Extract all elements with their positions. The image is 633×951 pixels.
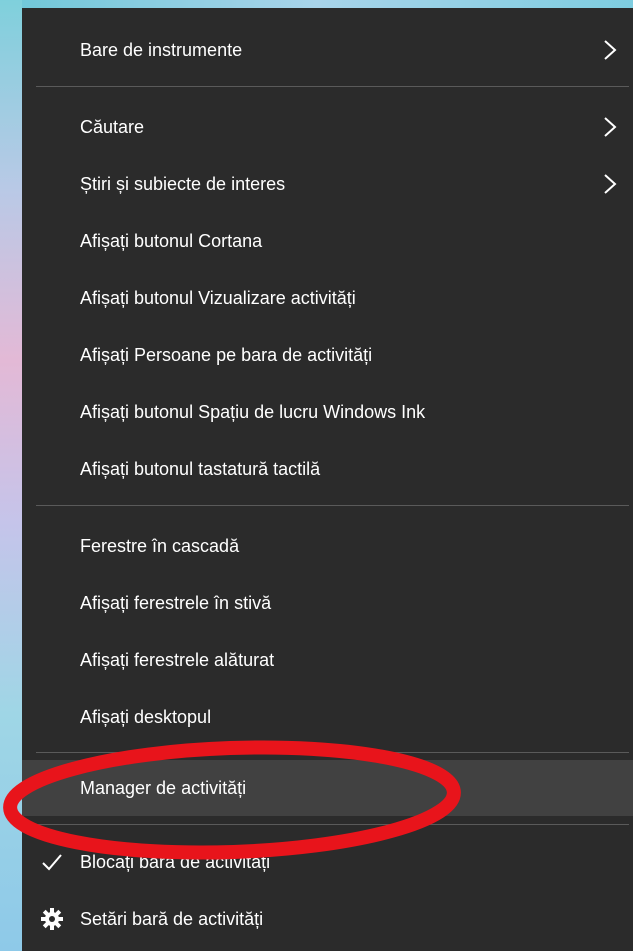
gear-icon bbox=[41, 908, 63, 930]
menu-item-label: Afișați ferestrele alăturat bbox=[80, 649, 275, 670]
menu-item-toolbars[interactable]: Bare de instrumente bbox=[22, 22, 633, 78]
chevron-right-icon bbox=[604, 117, 617, 137]
menu-item-label: Afișați butonul Spațiu de lucru Windows … bbox=[80, 401, 426, 422]
menu-item-label: Blocați bara de activități bbox=[80, 851, 271, 872]
menu-separator bbox=[36, 824, 629, 825]
menu-item-side-by-side[interactable]: Afișați ferestrele alăturat bbox=[22, 632, 633, 688]
menu-item-label: Afișați butonul Vizualizare activități bbox=[80, 287, 356, 308]
menu-item-label: Afișați desktopul bbox=[80, 706, 212, 727]
menu-item-lock-taskbar[interactable]: Blocați bara de activități bbox=[22, 834, 633, 890]
menu-item-label: Ferestre în cascadă bbox=[80, 535, 240, 556]
menu-item-search[interactable]: Căutare bbox=[22, 99, 633, 155]
menu-item-label: Știri și subiecte de interes bbox=[80, 173, 286, 194]
menu-item-show-people[interactable]: Afișați Persoane pe bara de activități bbox=[22, 327, 633, 383]
menu-item-label: Bare de instrumente bbox=[80, 39, 243, 60]
menu-item-show-desktop[interactable]: Afișați desktopul bbox=[22, 689, 633, 745]
menu-item-label: Afișați butonul tastatură tactilă bbox=[80, 458, 321, 479]
menu-item-label: Setări bară de activități bbox=[80, 908, 264, 929]
menu-item-show-cortana[interactable]: Afișați butonul Cortana bbox=[22, 213, 633, 269]
menu-item-label: Afișați Persoane pe bara de activități bbox=[80, 344, 373, 365]
menu-item-label: Manager de activități bbox=[80, 777, 247, 798]
menu-separator bbox=[36, 752, 629, 753]
menu-item-label: Afișați butonul Cortana bbox=[80, 230, 263, 251]
menu-item-news-interests[interactable]: Știri și subiecte de interes bbox=[22, 156, 633, 212]
desktop-background-left bbox=[0, 0, 22, 951]
chevron-right-icon bbox=[604, 174, 617, 194]
menu-item-taskbar-settings[interactable]: Setări bară de activități bbox=[22, 891, 633, 947]
checkmark-icon bbox=[42, 854, 62, 871]
chevron-right-icon bbox=[604, 40, 617, 60]
menu-item-show-task-view[interactable]: Afișați butonul Vizualizare activități bbox=[22, 270, 633, 326]
menu-item-show-touch-keyboard[interactable]: Afișați butonul tastatură tactilă bbox=[22, 441, 633, 497]
taskbar-context-menu: Bare de instrumente Căutare Știri și sub… bbox=[3, 8, 633, 951]
desktop-background-top bbox=[0, 0, 633, 8]
menu-separator bbox=[36, 86, 629, 87]
menu-item-cascade-windows[interactable]: Ferestre în cascadă bbox=[22, 518, 633, 574]
menu-item-label: Afișați ferestrele în stivă bbox=[80, 592, 272, 613]
menu-item-show-windows-ink[interactable]: Afișați butonul Spațiu de lucru Windows … bbox=[22, 384, 633, 440]
menu-item-stack-windows[interactable]: Afișați ferestrele în stivă bbox=[22, 575, 633, 631]
menu-separator bbox=[36, 505, 629, 506]
menu-item-label: Căutare bbox=[80, 116, 145, 137]
menu-item-task-manager[interactable]: Manager de activități bbox=[22, 760, 633, 816]
